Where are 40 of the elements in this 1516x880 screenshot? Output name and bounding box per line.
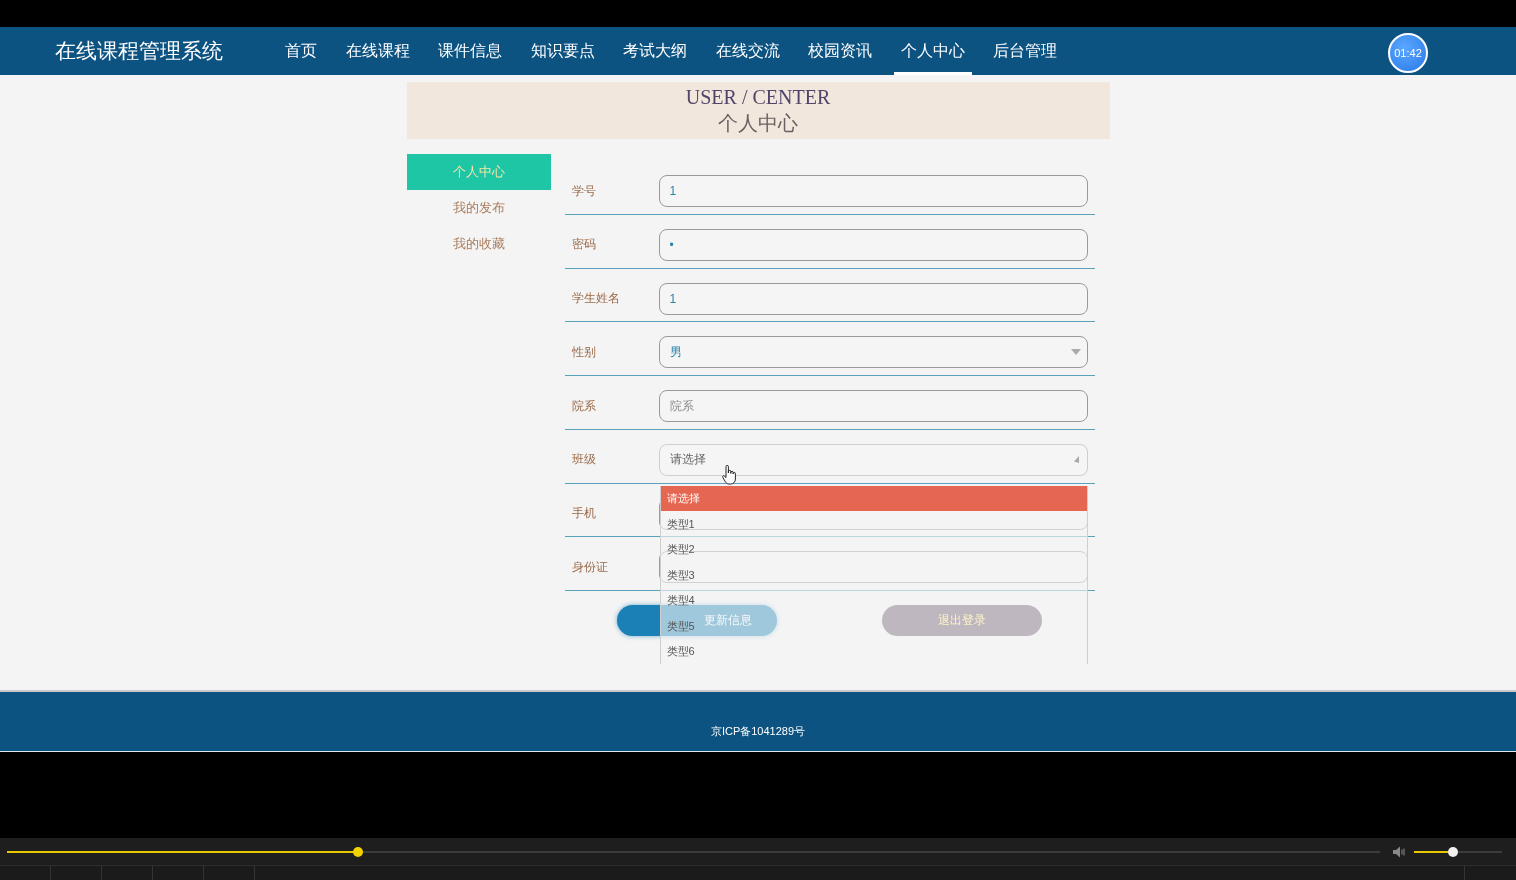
field-label: 性别: [571, 344, 597, 360]
select-field[interactable]: 男: [658, 336, 1088, 369]
timer-badge: 01:42: [1388, 33, 1428, 73]
dropdown-option[interactable]: 类型6: [666, 638, 695, 665]
field-label: 院系: [571, 398, 597, 414]
volume-handle[interactable]: [1447, 846, 1458, 857]
nav-link[interactable]: 知识要点: [523, 27, 602, 75]
text-field[interactable]: 院系: [658, 390, 1088, 422]
field-label: 手机: [571, 506, 597, 521]
dropdown-option[interactable]: 类型2: [666, 536, 695, 563]
field-label: 学号: [571, 183, 597, 199]
field-label: 班级: [571, 452, 597, 468]
nav-link[interactable]: 后台管理: [986, 27, 1064, 75]
caret-down-icon: [1070, 349, 1081, 356]
progress-handle[interactable]: [353, 846, 364, 857]
dropdown-option[interactable]: 类型1: [666, 511, 695, 537]
icp-text: 京ICP备1041289号: [710, 724, 806, 739]
nav-link[interactable]: 在线交流: [708, 27, 787, 75]
banner-title: USER / CENTER: [685, 85, 831, 110]
speaker-icon[interactable]: [1393, 845, 1407, 858]
field-label: 身份证: [571, 559, 609, 575]
nav-link[interactable]: 首页: [278, 27, 324, 75]
dropdown-option[interactable]: 类型5: [666, 613, 695, 639]
sidebar-item[interactable]: 我的发布: [406, 190, 551, 226]
nav-link[interactable]: 课件信息: [431, 27, 509, 75]
sidebar-item[interactable]: 我的收藏: [406, 226, 551, 262]
hand-cursor-icon: [721, 464, 736, 485]
text-field[interactable]: 1: [658, 282, 1088, 315]
nav-link[interactable]: 在线课程: [338, 27, 417, 75]
site-title: 在线课程管理系统: [55, 38, 223, 64]
nav-link[interactable]: 校园资讯: [801, 27, 879, 75]
password-field[interactable]: •: [658, 228, 1088, 261]
dropdown-option[interactable]: 类型3: [666, 562, 695, 588]
caret-left-icon: [1073, 456, 1079, 464]
nav-link[interactable]: 考试大纲: [616, 27, 694, 75]
select-field[interactable]: 请选择: [658, 443, 1088, 476]
text-field[interactable]: 1: [658, 175, 1088, 207]
banner-subtitle: 个人中心: [718, 111, 798, 136]
field-label: 密码: [571, 237, 597, 253]
field-label: 学生姓名: [571, 291, 621, 306]
